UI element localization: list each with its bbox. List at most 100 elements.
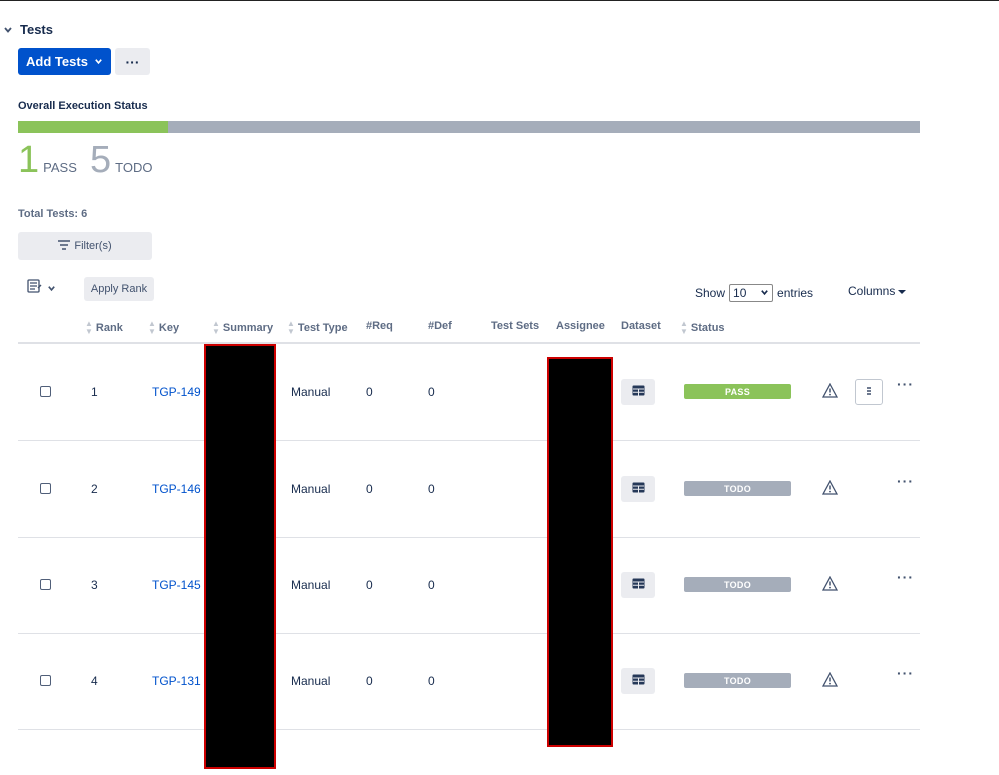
header-key-label: Key: [158, 322, 180, 334]
header-status[interactable]: ▲ ▼ Status: [680, 320, 725, 336]
entries-label: entries: [777, 286, 814, 300]
apply-rank-button[interactable]: Apply Rank: [84, 277, 154, 301]
row-more-button[interactable]: ···: [897, 473, 914, 489]
sort-icon: ▲ ▼: [680, 319, 688, 336]
chevron-down-icon: [760, 286, 769, 300]
header-status-label: Status: [690, 322, 725, 334]
entries-control: Show 10 entries: [695, 284, 813, 302]
header-summary[interactable]: ▲ ▼ Summary: [212, 320, 273, 336]
filter-button[interactable]: Filter(s): [18, 232, 152, 260]
execution-progress-pass: [18, 121, 169, 133]
row-test-type: Manual: [291, 385, 331, 399]
sort-icon: ▲ ▼: [85, 319, 93, 336]
caret-down-icon: [898, 284, 907, 298]
row-test-type: Manual: [291, 578, 331, 592]
row-key-link[interactable]: TGP-149: [152, 385, 201, 399]
dataset-button[interactable]: [621, 476, 655, 502]
status-badge: TODO: [684, 577, 791, 592]
add-tests-label: Add Tests: [26, 54, 88, 69]
row-test-type: Manual: [291, 482, 331, 496]
chevron-down-icon[interactable]: [2, 24, 14, 36]
table-icon: [632, 672, 645, 690]
header-test-sets-label: Test Sets: [491, 320, 540, 332]
row-rank: 3: [91, 578, 98, 592]
row-key-link[interactable]: TGP-145: [152, 578, 201, 592]
row-more-button[interactable]: ···: [897, 569, 914, 585]
row-checkbox[interactable]: [40, 386, 51, 397]
row-def: 0: [428, 674, 435, 688]
header-key[interactable]: ▲ ▼ Key: [148, 320, 179, 336]
header-rank[interactable]: ▲ ▼ Rank: [85, 320, 123, 336]
header-rank-label: Rank: [95, 322, 123, 334]
view-selector[interactable]: [27, 279, 56, 298]
row-key-link[interactable]: TGP-131: [152, 674, 201, 688]
header-req-label: #Req: [366, 320, 393, 332]
redacted-assignee: [547, 357, 613, 747]
row-more-button[interactable]: ···: [897, 665, 914, 681]
test-details-button[interactable]: [855, 379, 883, 405]
row-rank: 2: [91, 482, 98, 496]
row-divider: [18, 729, 920, 730]
columns-label: Columns: [848, 284, 896, 298]
sort-icon: ▲ ▼: [212, 319, 220, 336]
row-req: 0: [366, 385, 373, 399]
header-def-label: #Def: [428, 320, 452, 332]
execution-status-label: Overall Execution Status: [18, 100, 148, 112]
header-def: #Def: [428, 320, 452, 332]
todo-count-label: TODO: [115, 160, 153, 175]
warning-icon[interactable]: [821, 575, 839, 592]
total-tests: Total Tests: 6: [18, 208, 88, 220]
add-tests-button[interactable]: Add Tests: [18, 48, 111, 75]
table-icon: [632, 383, 645, 401]
warning-icon[interactable]: [821, 479, 839, 496]
more-actions-button[interactable]: ···: [115, 48, 150, 75]
dataset-button[interactable]: [621, 572, 655, 598]
header-summary-label: Summary: [222, 322, 274, 334]
header-test-sets: Test Sets: [491, 320, 539, 332]
row-checkbox[interactable]: [40, 579, 51, 590]
columns-button[interactable]: Columns: [848, 284, 907, 298]
section-title: Tests: [20, 22, 53, 37]
sort-icon: ▲ ▼: [287, 319, 295, 336]
section-header[interactable]: Tests: [2, 22, 53, 37]
entries-value: 10: [733, 286, 747, 300]
row-req: 0: [366, 578, 373, 592]
header-test-type[interactable]: ▲ ▼ Test Type: [287, 320, 348, 336]
chevron-down-icon: [94, 54, 103, 69]
header-dataset: Dataset: [621, 320, 661, 332]
row-req: 0: [366, 674, 373, 688]
status-badge: TODO: [684, 481, 791, 496]
todo-count-number: 5: [90, 139, 112, 181]
header-assignee-label: Assignee: [556, 320, 605, 332]
row-key-link[interactable]: TGP-146: [152, 482, 201, 496]
row-def: 0: [428, 385, 435, 399]
entries-select[interactable]: 10: [729, 284, 774, 302]
redacted-summary: [204, 344, 276, 769]
pass-count: 1 PASS: [18, 140, 77, 180]
pass-count-number: 1: [18, 139, 40, 181]
top-border: [0, 0, 999, 1]
row-rank: 1: [91, 385, 98, 399]
header-test-type-label: Test Type: [297, 322, 348, 334]
dataset-button[interactable]: [621, 379, 655, 405]
row-def: 0: [428, 482, 435, 496]
table-icon: [632, 576, 645, 594]
pass-count-label: PASS: [43, 160, 77, 175]
show-label: Show: [695, 286, 726, 300]
dataset-button[interactable]: [621, 668, 655, 694]
header-assignee: Assignee: [556, 320, 605, 332]
warning-icon[interactable]: [821, 671, 839, 688]
row-checkbox[interactable]: [40, 483, 51, 494]
list-view-icon: [27, 279, 43, 298]
todo-count: 5 TODO: [90, 140, 152, 180]
warning-icon[interactable]: [821, 382, 839, 399]
more-icon: ···: [125, 53, 140, 70]
status-badge: TODO: [684, 673, 791, 688]
details-icon: [865, 383, 873, 401]
row-rank: 4: [91, 674, 98, 688]
row-def: 0: [428, 578, 435, 592]
row-more-button[interactable]: ···: [897, 376, 914, 392]
row-checkbox[interactable]: [40, 675, 51, 686]
header-req: #Req: [366, 320, 393, 332]
row-test-type: Manual: [291, 674, 331, 688]
